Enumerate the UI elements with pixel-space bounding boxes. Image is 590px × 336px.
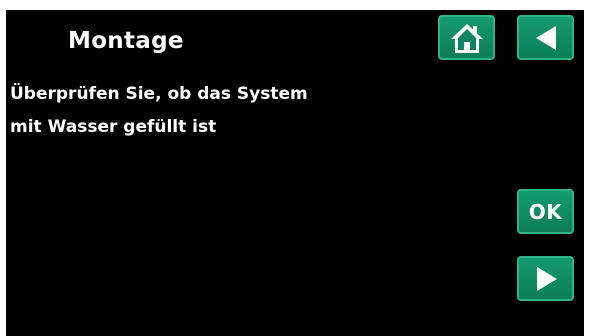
page-title: Montage bbox=[68, 28, 184, 54]
ok-button-label: OK bbox=[528, 199, 563, 224]
message-line-2: mit Wasser gefüllt ist bbox=[10, 117, 217, 137]
back-button[interactable] bbox=[517, 15, 574, 60]
next-button[interactable] bbox=[517, 256, 574, 301]
home-button[interactable] bbox=[438, 15, 495, 60]
display-screen: Montage Überprüfen Sie, ob das System mi… bbox=[6, 10, 584, 336]
home-icon bbox=[450, 23, 483, 53]
arrow-right-icon bbox=[536, 266, 557, 291]
message-line-1: Überprüfen Sie, ob das System bbox=[10, 84, 308, 104]
instruction-message: Überprüfen Sie, ob das System mit Wasser… bbox=[10, 78, 308, 144]
ok-button[interactable]: OK bbox=[517, 189, 574, 234]
arrow-left-icon bbox=[535, 25, 556, 50]
